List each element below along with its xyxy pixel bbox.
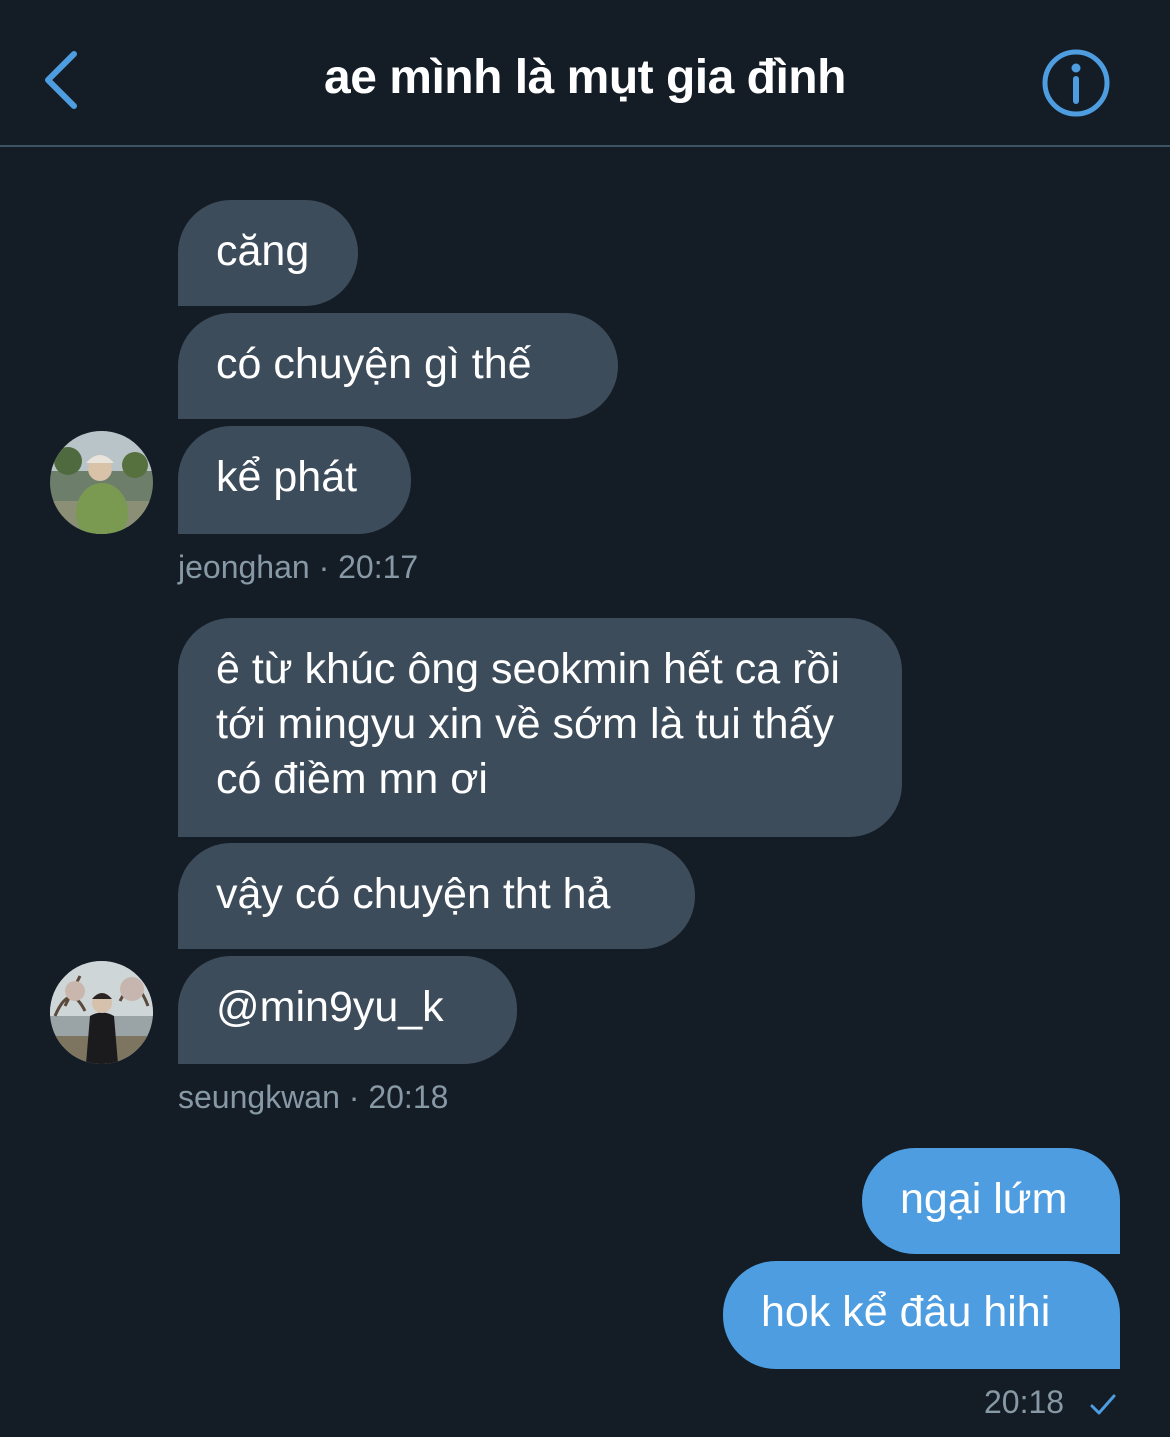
- message-bubble[interactable]: có chuyện gì thế: [178, 313, 618, 419]
- message-bubble[interactable]: ngại lứm: [862, 1148, 1120, 1254]
- back-button[interactable]: [30, 40, 100, 120]
- message-bubble[interactable]: vậy có chuyện tht hả: [178, 843, 695, 949]
- message-meta: seungkwan · 20:18: [178, 1079, 449, 1115]
- check-icon: [1088, 1390, 1118, 1420]
- message-time: 20:18: [984, 1384, 1065, 1420]
- avatar[interactable]: [50, 431, 153, 534]
- user-photo-icon: [50, 961, 153, 1064]
- avatar[interactable]: [50, 961, 153, 1064]
- user-photo-icon: [50, 431, 153, 534]
- info-icon: [1042, 49, 1110, 117]
- info-button[interactable]: [1040, 47, 1112, 119]
- message-meta: jeonghan · 20:17: [178, 549, 419, 585]
- message-bubble[interactable]: @min9yu_k: [178, 956, 517, 1064]
- message-bubble[interactable]: kể phát: [178, 426, 411, 534]
- conversation-header: ae mình là mụt gia đình: [0, 0, 1170, 147]
- message-bubble[interactable]: hok kể đâu hihi: [723, 1261, 1120, 1369]
- message-bubble[interactable]: ê từ khúc ông seokmin hết ca rồi tới min…: [178, 618, 902, 837]
- chevron-left-icon: [45, 51, 77, 109]
- conversation-title[interactable]: ae mình là mụt gia đình: [200, 50, 970, 105]
- message-bubble[interactable]: căng: [178, 200, 358, 306]
